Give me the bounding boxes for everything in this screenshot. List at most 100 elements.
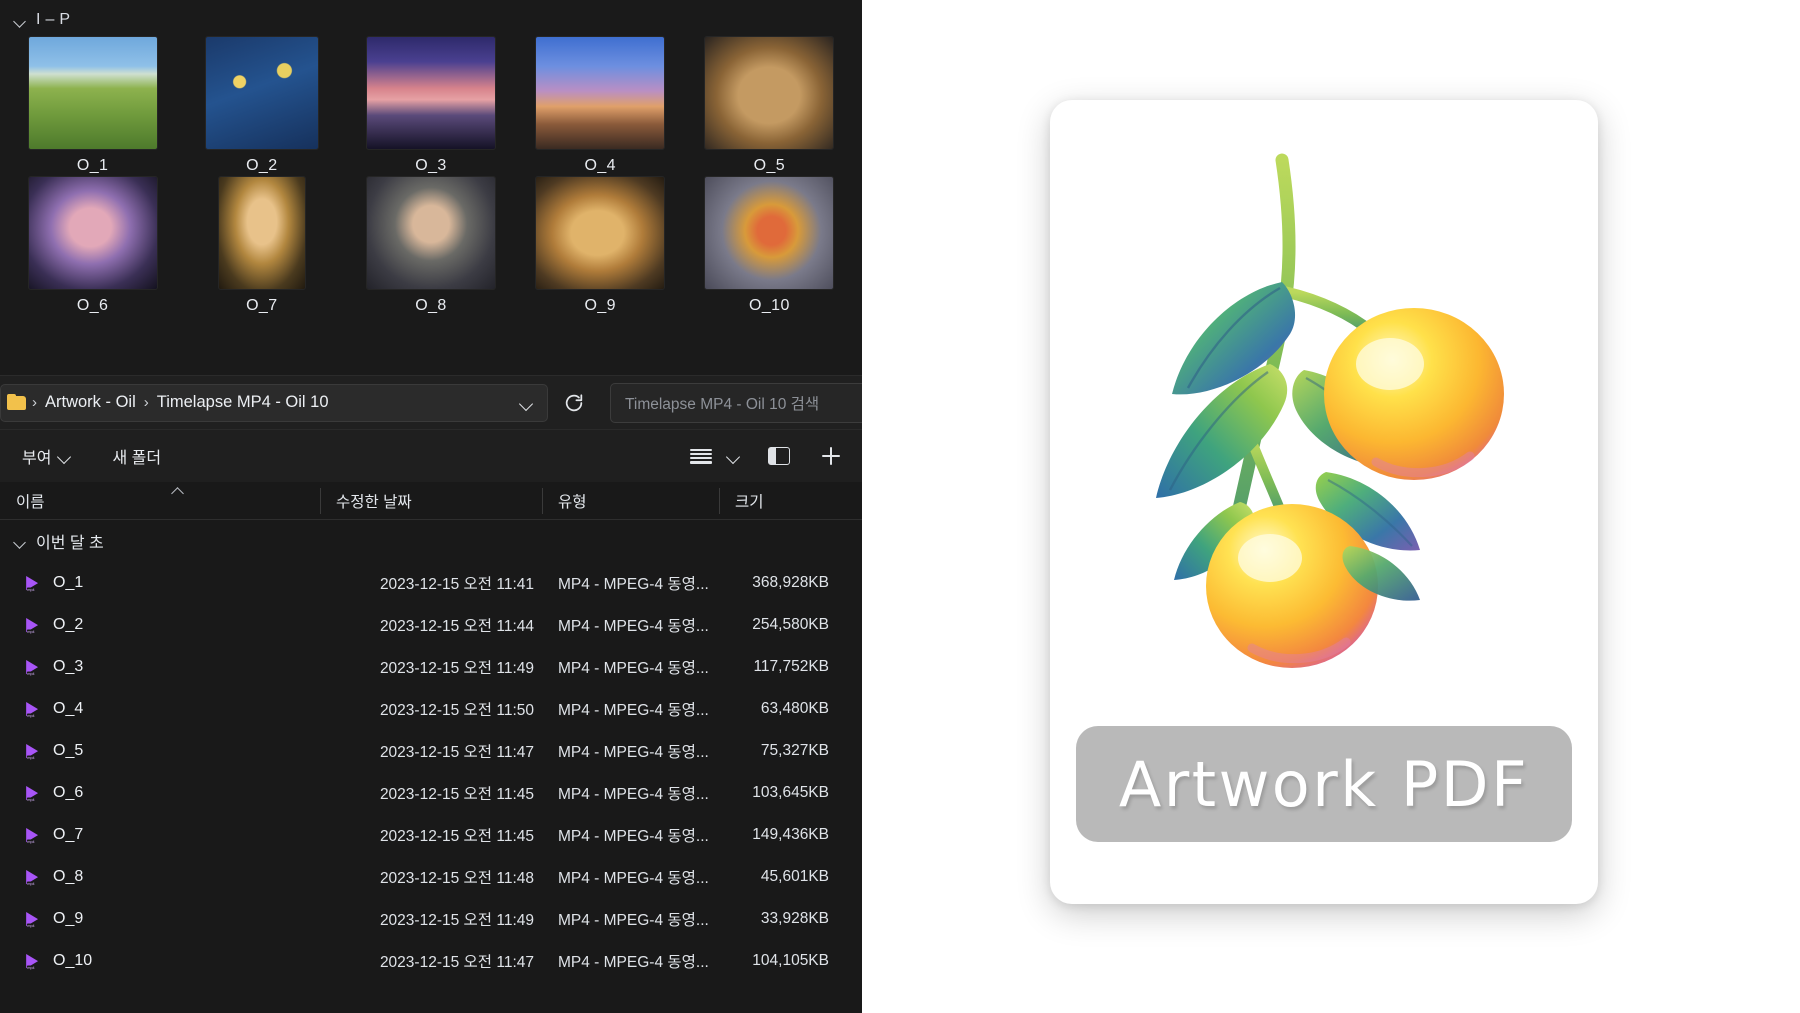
thumbnail-item[interactable]: O_7 (177, 177, 346, 315)
file-size: 63,480KB (719, 700, 849, 718)
thumbnail-image[interactable] (536, 37, 664, 149)
breadcrumb-separator: › (29, 394, 40, 411)
share-menu-label: 부여 (22, 444, 51, 468)
new-folder-button[interactable]: 새 폴더 (102, 437, 171, 475)
thumbnail-item[interactable]: O_10 (685, 177, 854, 315)
table-row[interactable]: mp4 O_4 2023-12-15 오전 11:50 MP4 - MPEG-4… (0, 688, 862, 730)
thumbnail-image[interactable] (536, 177, 664, 289)
table-row[interactable]: mp4 O_1 2023-12-15 오전 11:41 MP4 - MPEG-4… (0, 562, 862, 604)
thumbnail-item[interactable]: O_1 (8, 37, 177, 175)
file-date: 2023-12-15 오전 11:41 (320, 572, 542, 594)
table-row[interactable]: mp4 O_8 2023-12-15 오전 11:48 MP4 - MPEG-4… (0, 856, 862, 898)
thumbnail-label: O_8 (415, 297, 446, 315)
file-date: 2023-12-15 오전 11:49 (320, 656, 542, 678)
thumbnail-item[interactable]: O_2 (177, 37, 346, 175)
thumbnail-image[interactable] (367, 177, 495, 289)
file-name-cell[interactable]: mp4 O_8 (0, 868, 320, 887)
file-name: O_2 (53, 616, 83, 634)
thumbnail-label: O_2 (246, 157, 277, 175)
search-placeholder: Timelapse MP4 - Oil 10 검색 (625, 392, 862, 414)
svg-text:mp4: mp4 (27, 881, 34, 885)
file-group-header[interactable]: 이번 달 초 (0, 520, 862, 562)
thumbnail-item[interactable]: O_9 (516, 177, 685, 315)
column-header-type[interactable]: 유형 (542, 482, 719, 520)
mp4-file-icon: mp4 (22, 574, 43, 593)
table-row[interactable]: mp4 O_9 2023-12-15 오전 11:49 MP4 - MPEG-4… (0, 898, 862, 940)
file-name: O_9 (53, 910, 83, 928)
thumbnail-label: O_6 (77, 297, 108, 315)
add-button[interactable] (812, 439, 850, 473)
thumbnail-image[interactable] (29, 177, 157, 289)
view-options-button[interactable] (682, 439, 720, 473)
file-date: 2023-12-15 오전 11:48 (320, 866, 542, 888)
file-name-cell[interactable]: mp4 O_7 (0, 826, 320, 845)
column-header-date[interactable]: 수정한 날짜 (320, 482, 542, 520)
chevron-down-icon[interactable] (14, 14, 27, 27)
file-type: MP4 - MPEG-4 동영... (542, 740, 719, 762)
thumbnail-item[interactable]: O_6 (8, 177, 177, 315)
thumbnail-image[interactable] (705, 37, 833, 149)
chevron-down-icon (727, 450, 739, 462)
view-dropdown-button[interactable] (720, 439, 746, 473)
file-name-cell[interactable]: mp4 O_6 (0, 784, 320, 803)
address-dropdown-button[interactable] (509, 386, 543, 420)
preview-group-header[interactable]: I – P (0, 0, 862, 35)
breadcrumb-item-timelapse-mp4-oil-10[interactable]: Timelapse MP4 - Oil 10 (152, 389, 334, 416)
table-row[interactable]: mp4 O_3 2023-12-15 오전 11:49 MP4 - MPEG-4… (0, 646, 862, 688)
table-row[interactable]: mp4 O_10 2023-12-15 오전 11:47 MP4 - MPEG-… (0, 940, 862, 982)
file-name-cell[interactable]: mp4 O_10 (0, 952, 320, 971)
thumbnail-image[interactable] (206, 37, 318, 149)
file-name-cell[interactable]: mp4 O_1 (0, 574, 320, 593)
file-name-cell[interactable]: mp4 O_5 (0, 742, 320, 761)
table-row[interactable]: mp4 O_6 2023-12-15 오전 11:45 MP4 - MPEG-4… (0, 772, 862, 814)
svg-text:mp4: mp4 (27, 839, 34, 843)
file-name: O_8 (53, 868, 83, 886)
thumbnail-label: O_3 (415, 157, 446, 175)
file-date: 2023-12-15 오전 11:44 (320, 614, 542, 636)
file-size: 104,105KB (719, 952, 849, 970)
file-name-cell[interactable]: mp4 O_9 (0, 910, 320, 929)
column-header-size[interactable]: 크기 (719, 482, 849, 520)
breadcrumb-item-artwork-oil[interactable]: Artwork - Oil (40, 389, 141, 416)
pdf-title-banner: Artwork PDF (1076, 726, 1572, 842)
mp4-file-icon: mp4 (22, 952, 43, 971)
file-list: 이번 달 초 mp4 O_1 2023-12-15 오전 11:41 MP4 -… (0, 520, 862, 1013)
chevron-down-icon[interactable] (14, 535, 27, 548)
file-name-cell[interactable]: mp4 O_4 (0, 700, 320, 719)
table-row[interactable]: mp4 O_7 2023-12-15 오전 11:45 MP4 - MPEG-4… (0, 814, 862, 856)
refresh-button[interactable] (554, 384, 594, 422)
thumbnail-item[interactable]: O_3 (346, 37, 515, 175)
breadcrumb-address-bar[interactable]: › Artwork - Oil › Timelapse MP4 - Oil 10 (0, 384, 548, 422)
thumbnail-item[interactable]: O_8 (346, 177, 515, 315)
table-row[interactable]: mp4 O_5 2023-12-15 오전 11:47 MP4 - MPEG-4… (0, 730, 862, 772)
thumbnail-image[interactable] (367, 37, 495, 149)
details-pane-button[interactable] (760, 439, 798, 473)
svg-text:mp4: mp4 (27, 629, 34, 633)
search-input[interactable]: Timelapse MP4 - Oil 10 검색 (610, 383, 862, 423)
thumbnail-image[interactable] (705, 177, 833, 289)
column-header-row: 이름 수정한 날짜 유형 크기 (0, 482, 862, 520)
mp4-file-icon: mp4 (22, 784, 43, 803)
sort-ascending-icon (172, 485, 183, 496)
thumbnail-image[interactable] (219, 177, 305, 289)
file-date: 2023-12-15 오전 11:50 (320, 698, 542, 720)
table-row[interactable]: mp4 O_2 2023-12-15 오전 11:44 MP4 - MPEG-4… (0, 604, 862, 646)
file-date: 2023-12-15 오전 11:47 (320, 740, 542, 762)
mp4-file-icon: mp4 (22, 700, 43, 719)
file-date: 2023-12-15 오전 11:49 (320, 908, 542, 930)
share-menu-button[interactable]: 부여 (12, 437, 80, 475)
thumbnail-item[interactable]: O_4 (516, 37, 685, 175)
thumbnail-item[interactable]: O_5 (685, 37, 854, 175)
pdf-preview-card[interactable]: Artwork PDF (1050, 100, 1598, 904)
column-header-name[interactable]: 이름 (0, 482, 320, 520)
file-name-cell[interactable]: mp4 O_2 (0, 616, 320, 635)
chevron-down-icon (520, 397, 532, 409)
thumbnail-image[interactable] (29, 37, 157, 149)
folder-icon (7, 394, 27, 411)
mp4-file-icon: mp4 (22, 826, 43, 845)
file-size: 368,928KB (719, 574, 849, 592)
file-size: 254,580KB (719, 616, 849, 634)
svg-text:mp4: mp4 (27, 797, 34, 801)
file-name-cell[interactable]: mp4 O_3 (0, 658, 320, 677)
svg-text:mp4: mp4 (27, 671, 34, 675)
